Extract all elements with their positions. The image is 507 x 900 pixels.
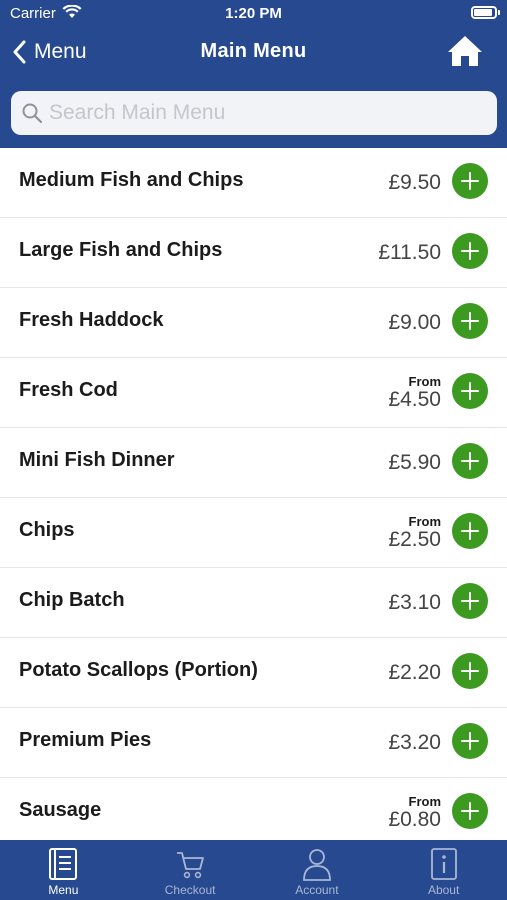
- menu-item-row[interactable]: Fresh Cod From £4.50: [0, 358, 507, 428]
- tab-about-label: About: [427, 883, 460, 897]
- add-item-button[interactable]: [452, 653, 488, 689]
- menu-item-price: £11.50: [378, 241, 441, 264]
- price-from-label: From: [408, 794, 442, 809]
- add-item-button[interactable]: [452, 793, 488, 829]
- menu-item-list[interactable]: Medium Fish and Chips £9.50 Large Fish and…: [0, 148, 507, 840]
- tab-account-label: Account: [295, 883, 339, 897]
- cart-icon: [177, 852, 205, 879]
- menu-item-price-group: £11.50: [378, 218, 441, 288]
- tab-menu-label: Menu: [48, 883, 79, 897]
- menu-item-price-group: £5.90: [388, 428, 441, 498]
- menu-item-name: Chip Batch: [19, 589, 125, 611]
- menu-item-name: Fresh Haddock: [19, 309, 164, 331]
- menu-item-price-group: £3.10: [388, 568, 441, 638]
- menu-item-row[interactable]: Medium Fish and Chips £9.50: [0, 148, 507, 218]
- menu-item-name: Medium Fish and Chips: [19, 169, 244, 191]
- tab-menu[interactable]: Menu: [0, 840, 127, 900]
- add-item-button[interactable]: [452, 163, 488, 199]
- menu-item-row[interactable]: Chips From £2.50: [0, 498, 507, 568]
- page-title: Main Menu: [200, 40, 307, 62]
- add-item-button[interactable]: [452, 583, 488, 619]
- menu-item-name: Potato Scallops (Portion): [19, 659, 258, 681]
- menu-item-price: £3.10: [388, 591, 441, 614]
- menu-item-price: £2.50: [388, 528, 441, 551]
- battery-icon: [471, 6, 500, 19]
- menu-item-row[interactable]: Chip Batch £3.10: [0, 568, 507, 638]
- menu-item-price-group: From £2.50: [388, 498, 441, 568]
- menu-item-price-group: From £0.80: [388, 778, 441, 840]
- menu-item-row[interactable]: Sausage From £0.80: [0, 778, 507, 840]
- clock-time: 1:20 PM: [225, 5, 282, 22]
- search-bar[interactable]: [11, 91, 497, 135]
- menu-item-price: £0.80: [388, 808, 441, 831]
- tab-about[interactable]: About: [380, 840, 507, 900]
- add-item-button[interactable]: [452, 303, 488, 339]
- add-item-button[interactable]: [452, 233, 488, 269]
- tab-account[interactable]: Account: [254, 840, 381, 900]
- navigation-bar: Menu Main Menu: [0, 30, 507, 74]
- menu-item-name: Mini Fish Dinner: [19, 449, 175, 471]
- menu-item-price: £9.50: [388, 171, 441, 194]
- menu-item-name: Sausage: [19, 799, 102, 821]
- menu-item-name: Fresh Cod: [19, 379, 118, 401]
- menu-item-name: Large Fish and Chips: [19, 239, 223, 261]
- menu-item-price-group: £3.20: [388, 708, 441, 778]
- status-bar: Carrier 1:20 PM: [0, 0, 507, 28]
- menu-item-name: Chips: [19, 519, 75, 541]
- menu-item-row[interactable]: Mini Fish Dinner £5.90: [0, 428, 507, 498]
- menu-item-price-group: £9.00: [388, 288, 441, 358]
- menu-item-row[interactable]: Large Fish and Chips £11.50: [0, 218, 507, 288]
- home-button[interactable]: [447, 34, 483, 68]
- menu-item-price-group: £2.20: [388, 638, 441, 708]
- price-from-label: From: [408, 374, 442, 389]
- add-item-button[interactable]: [452, 513, 488, 549]
- menu-item-row[interactable]: Premium Pies £3.20: [0, 708, 507, 778]
- person-icon: [302, 849, 331, 881]
- header: Carrier 1:20 PM Menu Main Menu: [0, 0, 507, 148]
- add-item-button[interactable]: [452, 443, 488, 479]
- info-icon: [430, 848, 457, 880]
- menu-item-price-group: £9.50: [388, 148, 441, 218]
- menu-item-price-group: From £4.50: [388, 358, 441, 428]
- home-icon: [448, 36, 482, 66]
- tab-bar: Menu Checkout Account About: [0, 840, 507, 900]
- menu-item-price: £9.00: [388, 311, 441, 334]
- add-item-button[interactable]: [452, 723, 488, 759]
- tab-checkout-label: Checkout: [164, 883, 216, 897]
- search-icon: [22, 103, 43, 124]
- add-item-button[interactable]: [452, 373, 488, 409]
- price-from-label: From: [408, 514, 442, 529]
- menu-item-price: £2.20: [388, 661, 441, 684]
- menu-item-price: £5.90: [388, 451, 441, 474]
- menu-item-price: £3.20: [388, 731, 441, 754]
- menu-item-price: £4.50: [388, 388, 441, 411]
- search-input[interactable]: [49, 101, 469, 125]
- menu-item-row[interactable]: Fresh Haddock £9.00: [0, 288, 507, 358]
- menu-book-icon: [49, 848, 78, 880]
- tab-checkout[interactable]: Checkout: [127, 840, 254, 900]
- menu-item-name: Premium Pies: [19, 729, 152, 751]
- menu-item-row[interactable]: Potato Scallops (Portion) £2.20: [0, 638, 507, 708]
